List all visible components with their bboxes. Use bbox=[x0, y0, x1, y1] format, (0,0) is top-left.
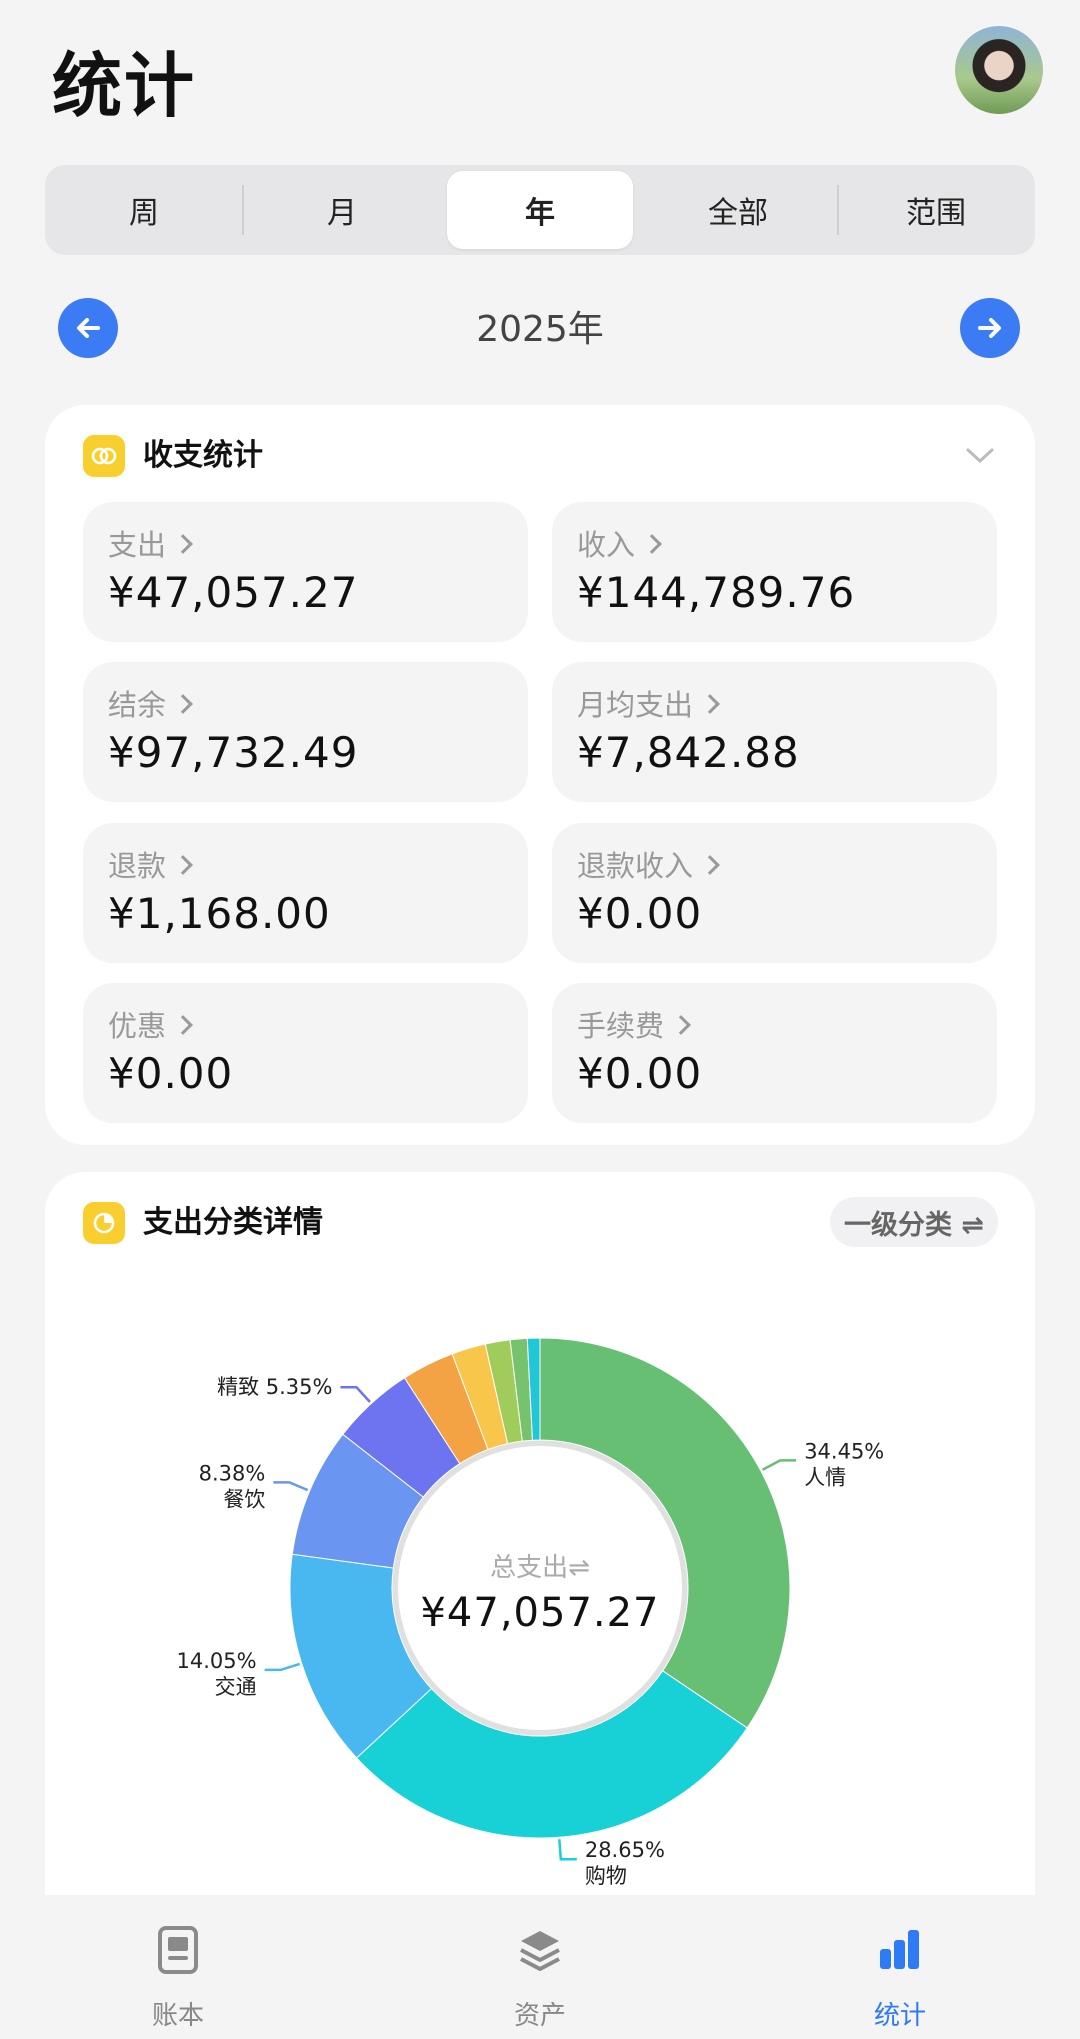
stat-refund-income[interactable]: 退款收入 ¥0.00 bbox=[552, 823, 997, 963]
slice-name-label: 交通 bbox=[215, 1675, 257, 1699]
tab-statistics[interactable]: 统计 bbox=[800, 1895, 1000, 2039]
stat-label: 退款 bbox=[108, 849, 167, 883]
stat-discount[interactable]: 优惠 ¥0.00 bbox=[83, 983, 528, 1123]
next-period-button[interactable] bbox=[960, 298, 1020, 358]
tab-all[interactable]: 全部 bbox=[639, 165, 837, 255]
leader-line bbox=[264, 1662, 301, 1672]
stat-label: 优惠 bbox=[108, 1009, 167, 1043]
bottom-tab-bar: 账本 资产 统计 bbox=[0, 1895, 1080, 2039]
stat-value: ¥1,168.00 bbox=[108, 889, 331, 938]
chevron-down-icon[interactable] bbox=[965, 447, 995, 465]
slice-name-label: 购物 bbox=[585, 1864, 627, 1888]
center-total-label[interactable]: 总支出⇌ bbox=[45, 1547, 1035, 1584]
summary-icon bbox=[83, 435, 125, 477]
tab-month[interactable]: 月 bbox=[243, 165, 441, 255]
stat-fee[interactable]: 手续费 ¥0.00 bbox=[552, 983, 997, 1123]
stat-value: ¥144,789.76 bbox=[577, 568, 856, 617]
page-title: 统计 bbox=[52, 45, 196, 127]
stat-label: 手续费 bbox=[577, 1009, 665, 1043]
slice-percent-label: 14.05% bbox=[177, 1649, 257, 1673]
slice-name-label: 餐饮 bbox=[223, 1487, 265, 1511]
tab-label: 统计 bbox=[873, 2001, 926, 2031]
period-segmented-control: 周 月 年 全部 范围 bbox=[45, 165, 1035, 255]
tab-assets[interactable]: 资产 bbox=[440, 1895, 640, 2039]
stat-value: ¥47,057.27 bbox=[108, 568, 359, 617]
tab-range[interactable]: 范围 bbox=[837, 165, 1035, 255]
donut-inner-ring bbox=[386, 1434, 694, 1742]
summary-card-title: 收支统计 bbox=[143, 438, 263, 473]
stat-balance[interactable]: 结余 ¥97,732.49 bbox=[83, 662, 528, 802]
slice-percent-label: 28.65% bbox=[585, 1838, 665, 1862]
book-icon bbox=[158, 1926, 198, 1974]
tab-label: 账本 bbox=[151, 2001, 204, 2031]
stat-expense[interactable]: 支出 ¥47,057.27 bbox=[83, 502, 528, 642]
tab-ledger[interactable]: 账本 bbox=[78, 1895, 278, 2039]
leader-line bbox=[340, 1385, 371, 1403]
chevron-right-icon bbox=[642, 534, 662, 554]
stat-label: 退款收入 bbox=[577, 849, 694, 883]
tab-year[interactable]: 年 bbox=[447, 171, 633, 249]
chevron-right-icon bbox=[173, 1015, 193, 1035]
leader-line bbox=[761, 1459, 797, 1471]
layers-icon bbox=[520, 1931, 560, 1971]
stat-value: ¥0.00 bbox=[577, 889, 703, 938]
stat-value: ¥97,732.49 bbox=[108, 728, 359, 777]
chevron-right-icon bbox=[173, 694, 193, 714]
chevron-right-icon bbox=[671, 1015, 691, 1035]
leader-line bbox=[558, 1839, 577, 1861]
slice-percent-label: 8.38% bbox=[199, 1461, 266, 1485]
center-total-value: ¥47,057.27 bbox=[420, 1590, 660, 1636]
stat-value: ¥0.00 bbox=[108, 1049, 234, 1098]
chevron-right-icon bbox=[173, 534, 193, 554]
tab-week[interactable]: 周 bbox=[45, 165, 243, 255]
stat-value: ¥7,842.88 bbox=[577, 728, 800, 777]
slice-name-label: 人情 bbox=[804, 1465, 846, 1489]
stat-income[interactable]: 收入 ¥144,789.76 bbox=[552, 502, 997, 642]
expense-category-card: 支出分类详情 一级分类 ⇌ 34.45% 人情 28.65% 购物 14.05% 交通 8.… bbox=[45, 1172, 1035, 1972]
chevron-right-icon bbox=[173, 855, 193, 875]
arrow-right-icon bbox=[978, 318, 1001, 338]
bar-chart-icon bbox=[880, 1930, 919, 1969]
stat-label: 支出 bbox=[108, 528, 167, 562]
avatar[interactable] bbox=[955, 26, 1043, 114]
slice-percent-label: 34.45% bbox=[804, 1439, 884, 1463]
stat-value: ¥0.00 bbox=[577, 1049, 703, 1098]
tab-label: 资产 bbox=[513, 2001, 566, 2031]
donut-slice-人情[interactable] bbox=[539, 1337, 791, 1729]
current-period-label: 2025年 bbox=[476, 309, 604, 350]
stat-refund[interactable]: 退款 ¥1,168.00 bbox=[83, 823, 528, 963]
stat-label: 收入 bbox=[577, 528, 636, 562]
stat-label: 结余 bbox=[108, 688, 167, 722]
slice-label: 精致 5.35% bbox=[217, 1375, 332, 1399]
stat-monthly-average[interactable]: 月均支出 ¥7,842.88 bbox=[552, 662, 997, 802]
income-expense-summary-card: 收支统计 支出 ¥47,057.27 收入 ¥144,789.76 结余 ¥97… bbox=[45, 405, 1035, 1145]
stat-label: 月均支出 bbox=[577, 688, 694, 722]
chevron-right-icon bbox=[700, 694, 720, 714]
leader-line bbox=[273, 1481, 309, 1492]
chevron-right-icon bbox=[700, 855, 720, 875]
